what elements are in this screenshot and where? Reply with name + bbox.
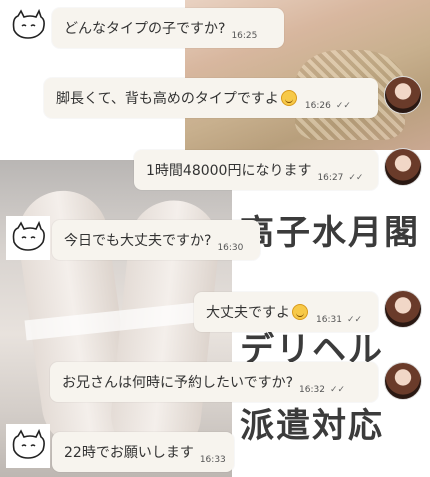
message-text: どんなタイプの子ですか? (64, 21, 226, 37)
message-time: 16:25 (231, 31, 258, 41)
message-time: 16:30 (217, 243, 244, 253)
girl-avatar[interactable] (384, 76, 422, 114)
girl-avatar[interactable] (384, 290, 422, 328)
message-time: 16:32 (299, 385, 325, 395)
cat-avatar-icon[interactable] (6, 4, 50, 48)
overlay-text-line1: 高子水月閣 (240, 213, 420, 253)
girl-avatar[interactable] (384, 362, 422, 400)
girl-avatar[interactable] (384, 148, 422, 186)
message-bubble[interactable]: 今日でも大丈夫ですか? 16:30 (52, 220, 260, 260)
message-time: 16:26 (304, 101, 331, 111)
message-bubble[interactable]: 脚長くて、背も高めのタイプですよ 16:26 ✓✓ (44, 78, 378, 118)
read-check-icon: ✓✓ (335, 101, 351, 111)
message-text: 脚長くて、背も高めのタイプですよ (56, 91, 279, 107)
read-check-icon: ✓✓ (346, 315, 363, 325)
message-bubble[interactable]: どんなタイプの子ですか? 16:25 (52, 8, 284, 48)
cat-avatar-icon[interactable] (6, 424, 50, 468)
message-text: 大丈夫ですよ (206, 305, 290, 321)
smile-emoji-icon (292, 304, 308, 320)
message-text: 今日でも大丈夫ですか? (64, 233, 212, 249)
message-text: 22時でお願いします (64, 445, 194, 461)
message-bubble[interactable]: 1時間48000円になります 16:27 ✓✓ (134, 150, 378, 190)
message-bubble[interactable]: 大丈夫ですよ 16:31 ✓✓ (194, 292, 378, 332)
overlay-text-line3: 派遣対応 (240, 406, 384, 446)
message-bubble[interactable]: お兄さんは何時に予約したいですか? 16:32 ✓✓ (50, 362, 378, 402)
message-time: 16:27 (317, 173, 344, 183)
message-bubble[interactable]: 22時でお願いします 16:33 (52, 432, 234, 472)
message-text: 1時間48000円になります (146, 163, 312, 179)
message-time: 16:31 (316, 315, 342, 325)
read-check-icon: ✓✓ (348, 173, 364, 183)
smile-emoji-icon (280, 90, 297, 106)
message-time: 16:33 (199, 455, 226, 465)
read-check-icon: ✓✓ (329, 385, 346, 395)
cat-avatar-icon[interactable] (6, 216, 50, 260)
message-text: お兄さんは何時に予約したいですか? (62, 375, 294, 391)
